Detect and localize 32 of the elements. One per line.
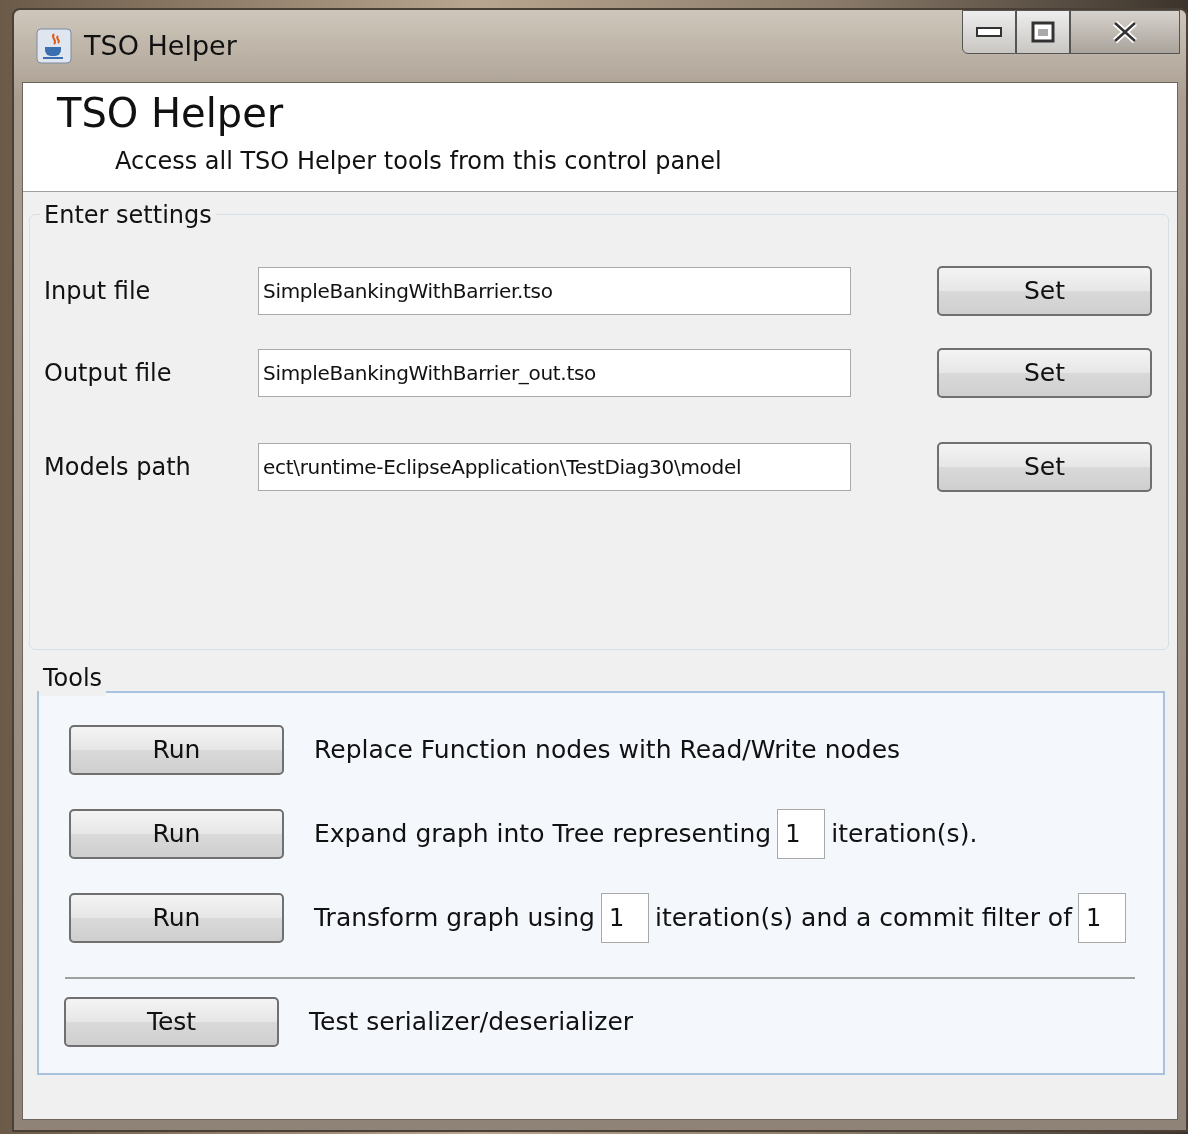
description-text: Replace Function nodes with Read/Write nodes <box>314 734 901 767</box>
description-text: iteration(s) and a commit filter of <box>654 902 1072 935</box>
maximize-button[interactable] <box>1016 10 1070 54</box>
description-text: Expand graph into Tree representing <box>314 818 772 851</box>
set-button[interactable]: Set <box>937 266 1152 316</box>
close-button[interactable] <box>1070 10 1180 54</box>
field-label: Models path <box>44 452 192 483</box>
run-button[interactable]: Run <box>69 893 284 943</box>
input-field[interactable]: SimpleBankingWithBarrier_out.tso <box>258 349 851 397</box>
java-cup-icon <box>36 28 72 64</box>
field-label: Output file <box>44 358 173 389</box>
number-field[interactable]: 1 <box>1077 893 1126 943</box>
run-button[interactable]: Run <box>69 809 284 859</box>
test-button[interactable]: Test <box>64 997 279 1047</box>
run-button[interactable]: Run <box>69 725 284 775</box>
close-icon <box>1111 20 1139 44</box>
description-text: iteration(s). <box>831 818 978 851</box>
description-text: Test serializer/deserializer <box>309 1006 634 1039</box>
number-field[interactable]: 1 <box>777 809 826 859</box>
window-title: TSO Helper <box>84 28 237 63</box>
header-title: TSO Helper <box>57 91 285 135</box>
input-field[interactable]: SimpleBankingWithBarrier.tso <box>258 267 851 315</box>
number-field[interactable]: 1 <box>600 893 649 943</box>
description-text: Transform graph using <box>314 902 595 935</box>
minimize-icon <box>976 26 1002 38</box>
set-button[interactable]: Set <box>937 442 1152 492</box>
field-label: Input file <box>44 276 152 307</box>
maximize-icon <box>1031 21 1055 43</box>
set-button[interactable]: Set <box>937 348 1152 398</box>
input-field[interactable]: ect\runtime-EclipseApplication\TestDiag30\model <box>258 443 851 491</box>
header-subtitle: Access all TSO Helper tools from this control panel <box>115 146 723 177</box>
minimize-button[interactable] <box>962 10 1016 54</box>
